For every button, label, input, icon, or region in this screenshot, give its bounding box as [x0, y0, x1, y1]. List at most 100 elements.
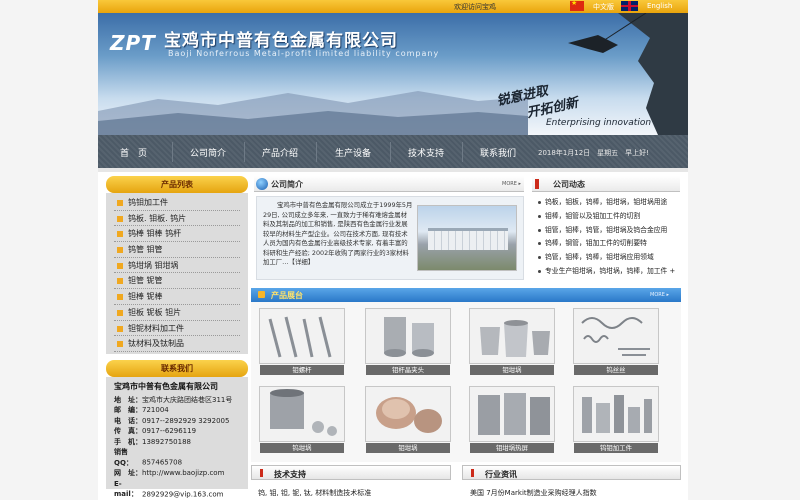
- news-item[interactable]: 钨棒，钢管，钼加工件的切削要特: [536, 237, 686, 251]
- product-showcase-icon: [258, 291, 265, 298]
- product-image[interactable]: [365, 308, 451, 364]
- product-image[interactable]: [365, 386, 451, 442]
- product-image[interactable]: [573, 308, 659, 364]
- tech-support-title: 技术支持: [274, 470, 306, 479]
- lang-chinese-link[interactable]: 中文版: [593, 2, 614, 12]
- product-caption[interactable]: 钼坩埚热屏: [470, 443, 554, 453]
- contact-value: 857465708: [142, 458, 183, 467]
- nav-separator: [316, 142, 317, 162]
- product-card[interactable]: 钼坩埚: [365, 386, 451, 453]
- about-more-link[interactable]: MORE ▸: [502, 181, 521, 187]
- news-item[interactable]: 专业生产钼坩埚，钨坩埚，钨棒，加工件 +: [536, 265, 686, 279]
- contact-heading: 联系我们: [106, 359, 248, 377]
- products-more-link[interactable]: MORE ▸: [650, 292, 669, 298]
- china-flag-icon[interactable]: [570, 0, 584, 11]
- product-card[interactable]: 钼杆晶夹头: [365, 308, 451, 375]
- news-item[interactable]: 钼棒，钼管以及钼加工件的切割: [536, 210, 686, 224]
- news-item[interactable]: 钼管，钼棒，钨管，钼坩埚及钨合金应用: [536, 224, 686, 238]
- product-category-item[interactable]: 钨管 钼管: [114, 242, 240, 258]
- contact-label: 销售QQ：: [114, 448, 133, 467]
- lang-english-link[interactable]: English: [647, 2, 672, 10]
- nav-products[interactable]: 产品介绍: [262, 146, 298, 159]
- products-section-header: 产品展台 MORE ▸: [251, 288, 681, 302]
- product-card[interactable]: 钨丝丝: [573, 308, 659, 375]
- contact-row-website: 网 址：http://www.baojizp.com: [114, 468, 240, 479]
- contact-company-name: 宝鸡市中普有色金属有限公司: [114, 381, 218, 391]
- page-margin-right: [688, 0, 800, 500]
- uk-flag-icon[interactable]: [621, 1, 638, 11]
- nav-separator: [462, 142, 463, 162]
- nav-contact[interactable]: 联系我们: [480, 146, 516, 159]
- nav-equipment[interactable]: 生产设备: [335, 146, 371, 159]
- top-bar: 欢迎访问宝鸡 中文版 English: [98, 0, 688, 13]
- about-text: 宝鸡市中普有色金属有限公司成立于1999年5月29日, 公司成立多年来, 一直致…: [263, 201, 413, 266]
- product-card[interactable]: 钨钼加工件: [573, 386, 659, 453]
- product-category-item[interactable]: 钨坩埚 钼坩埚: [114, 258, 240, 274]
- product-category-item[interactable]: 钽铌材料加工件: [114, 321, 240, 337]
- contact-value: 宝鸡市大庆路团结巷区311号: [142, 395, 233, 404]
- contact-row-email: E-mail： 2892929@vip.163.com: [114, 479, 240, 500]
- contact-label: 网 址：: [114, 469, 142, 478]
- product-image[interactable]: [469, 308, 555, 364]
- product-card[interactable]: 钼坩埚热屏: [469, 386, 555, 453]
- product-caption[interactable]: 钼螺杆: [260, 365, 344, 375]
- slogan-english: Enterprising innovation: [546, 118, 652, 128]
- product-card[interactable]: 钨坩埚: [259, 386, 345, 453]
- nav-tech-support[interactable]: 技术支持: [408, 146, 444, 159]
- contact-value: 0917--6296119: [142, 427, 197, 436]
- product-caption[interactable]: 钼坩埚: [366, 443, 450, 453]
- globe-icon: [256, 178, 268, 190]
- industry-news-header: 行业资讯: [462, 465, 681, 480]
- news-section-header: 公司动态: [532, 176, 680, 192]
- product-image[interactable]: [573, 386, 659, 442]
- contact-value: 13892750188: [142, 437, 191, 446]
- contact-row-fax: 传 真：0917--6296119: [114, 426, 240, 437]
- product-category-item[interactable]: 钽棒 铌棒: [114, 289, 240, 305]
- tech-support-item[interactable]: 钨, 钼, 钽, 铌, 钛, 材料制造技术标准: [258, 488, 371, 498]
- nav-home[interactable]: 首 页: [120, 146, 147, 159]
- product-category-list: 钨钼加工件 钨板. 钼板. 钨片 钨棒 钼棒 钨杆 钨管 钼管 钨坩埚 钼坩埚 …: [106, 193, 248, 354]
- nav-separator: [390, 142, 391, 162]
- product-caption[interactable]: 钨钼加工件: [574, 443, 658, 453]
- contact-label: E-mail：: [114, 479, 138, 499]
- zpt-logo[interactable]: ZPT: [110, 31, 156, 55]
- about-title: 公司简介: [271, 180, 303, 189]
- product-category-item[interactable]: 钨棒 钼棒 钨杆: [114, 226, 240, 243]
- product-caption[interactable]: 钼坩埚: [470, 365, 554, 375]
- product-image[interactable]: [469, 386, 555, 442]
- product-grid: 钼螺杆 钼杆晶夹头 钼坩埚 钨丝丝 钨坩埚 钼坩埚 钼坩埚热屏 钨钼加工件: [251, 302, 681, 462]
- about-section-body: 宝鸡市中普有色金属有限公司成立于1999年5月29日, 公司成立多年来, 一直致…: [256, 196, 524, 280]
- industry-news-item[interactable]: 美国 7月份Markit制造业采购经理人指数: [470, 488, 597, 498]
- product-category-item[interactable]: 钽板 铌板 钽片: [114, 305, 240, 321]
- nav-about[interactable]: 公司简介: [190, 146, 226, 159]
- contact-label: 邮 编：: [114, 406, 142, 415]
- page-margin-left: [0, 0, 98, 500]
- contact-label: 传 真：: [114, 427, 142, 436]
- product-image[interactable]: [259, 308, 345, 364]
- news-item[interactable]: 钨板，钼板，钨棒，钼坩埚，钼坩埚用途: [536, 196, 686, 210]
- product-category-item[interactable]: 钛材料及钛制品: [114, 336, 240, 352]
- contact-row-postcode: 邮 编：721004: [114, 405, 240, 416]
- company-name-en: Baoji Nonferrous Metal-profit limited li…: [168, 49, 440, 58]
- product-category-item[interactable]: 钨钼加工件: [114, 195, 240, 211]
- contact-website-link[interactable]: http://www.baojizp.com: [142, 469, 224, 477]
- section-marker-icon: [471, 469, 474, 477]
- about-section-header: 公司简介 MORE ▸: [254, 176, 524, 192]
- product-caption[interactable]: 钨丝丝: [574, 365, 658, 375]
- contact-row-qq: 销售QQ： 857465708: [114, 447, 240, 468]
- product-card[interactable]: 钼螺杆: [259, 308, 345, 375]
- news-item[interactable]: 钨管，钼棒，钨棒，钼坩埚应用领域: [536, 251, 686, 265]
- product-caption[interactable]: 钨坩埚: [260, 443, 344, 453]
- header-banner: ZPT 宝鸡市中普有色金属有限公司 Baoji Nonferrous Metal…: [98, 13, 688, 135]
- news-title: 公司动态: [553, 180, 585, 189]
- product-category-item[interactable]: 钨板. 钼板. 钨片: [114, 211, 240, 227]
- contact-value: 0917--2892929 3292005: [142, 416, 230, 425]
- contact-info-box: 宝鸡市中普有色金属有限公司 地 址：宝鸡市大庆路团结巷区311号 邮 编：721…: [106, 376, 248, 498]
- product-card[interactable]: 钼坩埚: [469, 308, 555, 375]
- product-image[interactable]: [259, 386, 345, 442]
- product-caption[interactable]: 钼杆晶夹头: [366, 365, 450, 375]
- contact-email-link[interactable]: 2892929@vip.163.com: [142, 490, 223, 498]
- contact-row-phone: 电 话：0917--2892929 3292005: [114, 416, 240, 427]
- nav-date-greeting: 2018年1月12日 星期五 早上好!: [538, 149, 649, 157]
- product-category-item[interactable]: 钽管 铌管: [114, 273, 240, 290]
